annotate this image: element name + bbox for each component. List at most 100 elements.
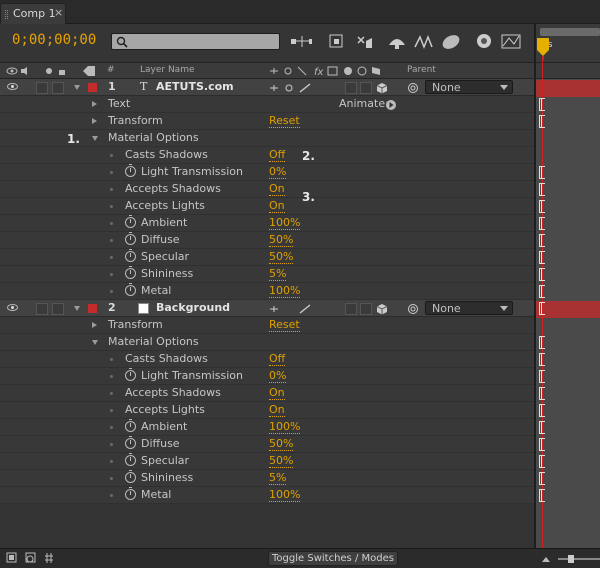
property-row[interactable]: Shininess 5%	[0, 266, 534, 283]
pick-whip-icon[interactable]	[407, 303, 419, 315]
lock-switch[interactable]	[52, 303, 64, 315]
3d-switch-off[interactable]	[360, 82, 372, 94]
property-row-text[interactable]: Text Animate:	[0, 96, 534, 113]
property-row-transform[interactable]: Transform Reset	[0, 113, 534, 130]
keyframe-bracket[interactable]	[539, 200, 545, 213]
property-row[interactable]: Metal 100%	[0, 487, 534, 504]
label-color-swatch[interactable]	[88, 304, 97, 313]
layer-switches-icons[interactable]	[268, 82, 316, 94]
property-value[interactable]: 100%	[269, 216, 301, 230]
property-row[interactable]: Accepts Lights On	[0, 402, 534, 419]
solo-switch[interactable]	[36, 303, 48, 315]
adjustment-switch[interactable]	[345, 303, 357, 315]
keyframe-bracket[interactable]	[539, 217, 545, 230]
stopwatch-icon[interactable]	[125, 419, 136, 432]
adjustment-switch[interactable]	[345, 82, 357, 94]
keyframe-bracket[interactable]	[539, 404, 545, 417]
keyframe-bracket[interactable]	[539, 421, 545, 434]
parent-dropdown[interactable]: None	[425, 80, 513, 94]
lock-switch[interactable]	[52, 82, 64, 94]
keyframe-bracket[interactable]	[539, 489, 545, 502]
property-value[interactable]: Off	[269, 352, 286, 366]
property-row[interactable]: Diffuse 50%	[0, 232, 534, 249]
draft-3d-icon[interactable]	[328, 33, 350, 51]
header-parent[interactable]: Parent	[407, 65, 436, 75]
parent-dropdown[interactable]: None	[425, 301, 513, 315]
keyframe-bracket[interactable]	[539, 115, 545, 128]
property-value[interactable]: On	[269, 386, 285, 400]
property-row[interactable]: Accepts Lights On	[0, 198, 534, 215]
hide-shy-layers-icon[interactable]	[354, 33, 376, 51]
grip-icon[interactable]	[5, 10, 8, 19]
animate-menu[interactable]: Animate:	[339, 97, 389, 110]
keyframe-bracket[interactable]	[539, 251, 545, 264]
property-value[interactable]: 100%	[269, 420, 301, 434]
property-row[interactable]: Specular 50%	[0, 249, 534, 266]
layer-2-duration-bar[interactable]	[536, 301, 600, 318]
twirl-closed-icon[interactable]	[92, 101, 97, 107]
keyframe-bracket[interactable]	[539, 472, 545, 485]
transform-reset-link[interactable]: Reset	[269, 114, 300, 128]
graph-editor-icon[interactable]	[500, 33, 522, 51]
property-value[interactable]: 50%	[269, 437, 294, 451]
frame-blending-icon[interactable]	[386, 33, 408, 51]
keyframe-bracket[interactable]	[539, 387, 545, 400]
property-row-material[interactable]: Material Options	[0, 130, 534, 147]
keyframe-bracket[interactable]	[539, 353, 545, 366]
property-value[interactable]: 0%	[269, 165, 287, 179]
twirl-open-icon[interactable]	[74, 85, 80, 90]
property-row[interactable]: Shininess 5%	[0, 470, 534, 487]
3d-layer-cube-icon[interactable]	[376, 82, 388, 94]
eye-icon[interactable]	[7, 304, 18, 311]
property-value[interactable]: On	[269, 182, 285, 196]
property-value[interactable]: 50%	[269, 250, 294, 264]
stopwatch-icon[interactable]	[125, 215, 136, 228]
zoom-slider[interactable]	[540, 553, 600, 565]
stopwatch-icon[interactable]	[125, 487, 136, 500]
stopwatch-icon[interactable]	[125, 249, 136, 262]
property-value[interactable]: 100%	[269, 488, 301, 502]
toggle-switches-modes-button[interactable]: Toggle Switches / Modes	[268, 551, 398, 566]
header-layer-name[interactable]: Layer Name	[140, 65, 195, 75]
twirl-closed-icon[interactable]	[92, 322, 97, 328]
bottom-panel-icons[interactable]	[6, 551, 60, 565]
property-value[interactable]: On	[269, 199, 285, 213]
animate-play-icon[interactable]	[385, 99, 397, 111]
layer-name[interactable]: AETUTS.com	[156, 80, 234, 93]
work-area-bar[interactable]	[540, 28, 600, 36]
property-row[interactable]: Specular 50%	[0, 453, 534, 470]
property-row[interactable]: Casts Shadows Off	[0, 351, 534, 368]
layer-switches-icons[interactable]	[268, 303, 316, 315]
timecode[interactable]: 0;00;00;00	[12, 32, 96, 48]
keyframe-bracket[interactable]	[539, 336, 545, 349]
stopwatch-icon[interactable]	[125, 232, 136, 245]
brainstorm-icon[interactable]	[440, 33, 462, 51]
keyframe-bracket[interactable]	[539, 234, 545, 247]
motion-blur-icon[interactable]	[412, 33, 434, 51]
3d-layer-cube-icon[interactable]	[376, 303, 388, 315]
keyframe-bracket[interactable]	[539, 166, 545, 179]
layer-1-duration-bar[interactable]	[536, 80, 600, 97]
stopwatch-icon[interactable]	[125, 283, 136, 296]
label-color-swatch[interactable]	[88, 83, 97, 92]
property-row[interactable]: Ambient 100%	[0, 215, 534, 232]
keyframe-bracket[interactable]	[539, 438, 545, 451]
stopwatch-icon[interactable]	[125, 266, 136, 279]
twirl-open-icon[interactable]	[92, 136, 98, 141]
tab-comp[interactable]: Comp 1 ×	[0, 3, 66, 24]
property-row[interactable]: Light Transmission 0%	[0, 164, 534, 181]
pick-whip-icon[interactable]	[407, 82, 419, 94]
stopwatch-icon[interactable]	[125, 436, 136, 449]
stopwatch-icon[interactable]	[125, 164, 136, 177]
property-row-transform[interactable]: Transform Reset	[0, 317, 534, 334]
keyframe-bracket[interactable]	[539, 183, 545, 196]
property-row[interactable]: Accepts Shadows On	[0, 181, 534, 198]
comp-mini-flowchart-icon[interactable]	[290, 33, 312, 51]
keyframe-bracket[interactable]	[539, 285, 545, 298]
keyframe-bracket[interactable]	[539, 268, 545, 281]
property-value[interactable]: 50%	[269, 233, 294, 247]
property-value[interactable]: 5%	[269, 267, 287, 281]
stopwatch-icon[interactable]	[125, 453, 136, 466]
transform-reset-link[interactable]: Reset	[269, 318, 300, 332]
property-value[interactable]: Off	[269, 148, 286, 162]
